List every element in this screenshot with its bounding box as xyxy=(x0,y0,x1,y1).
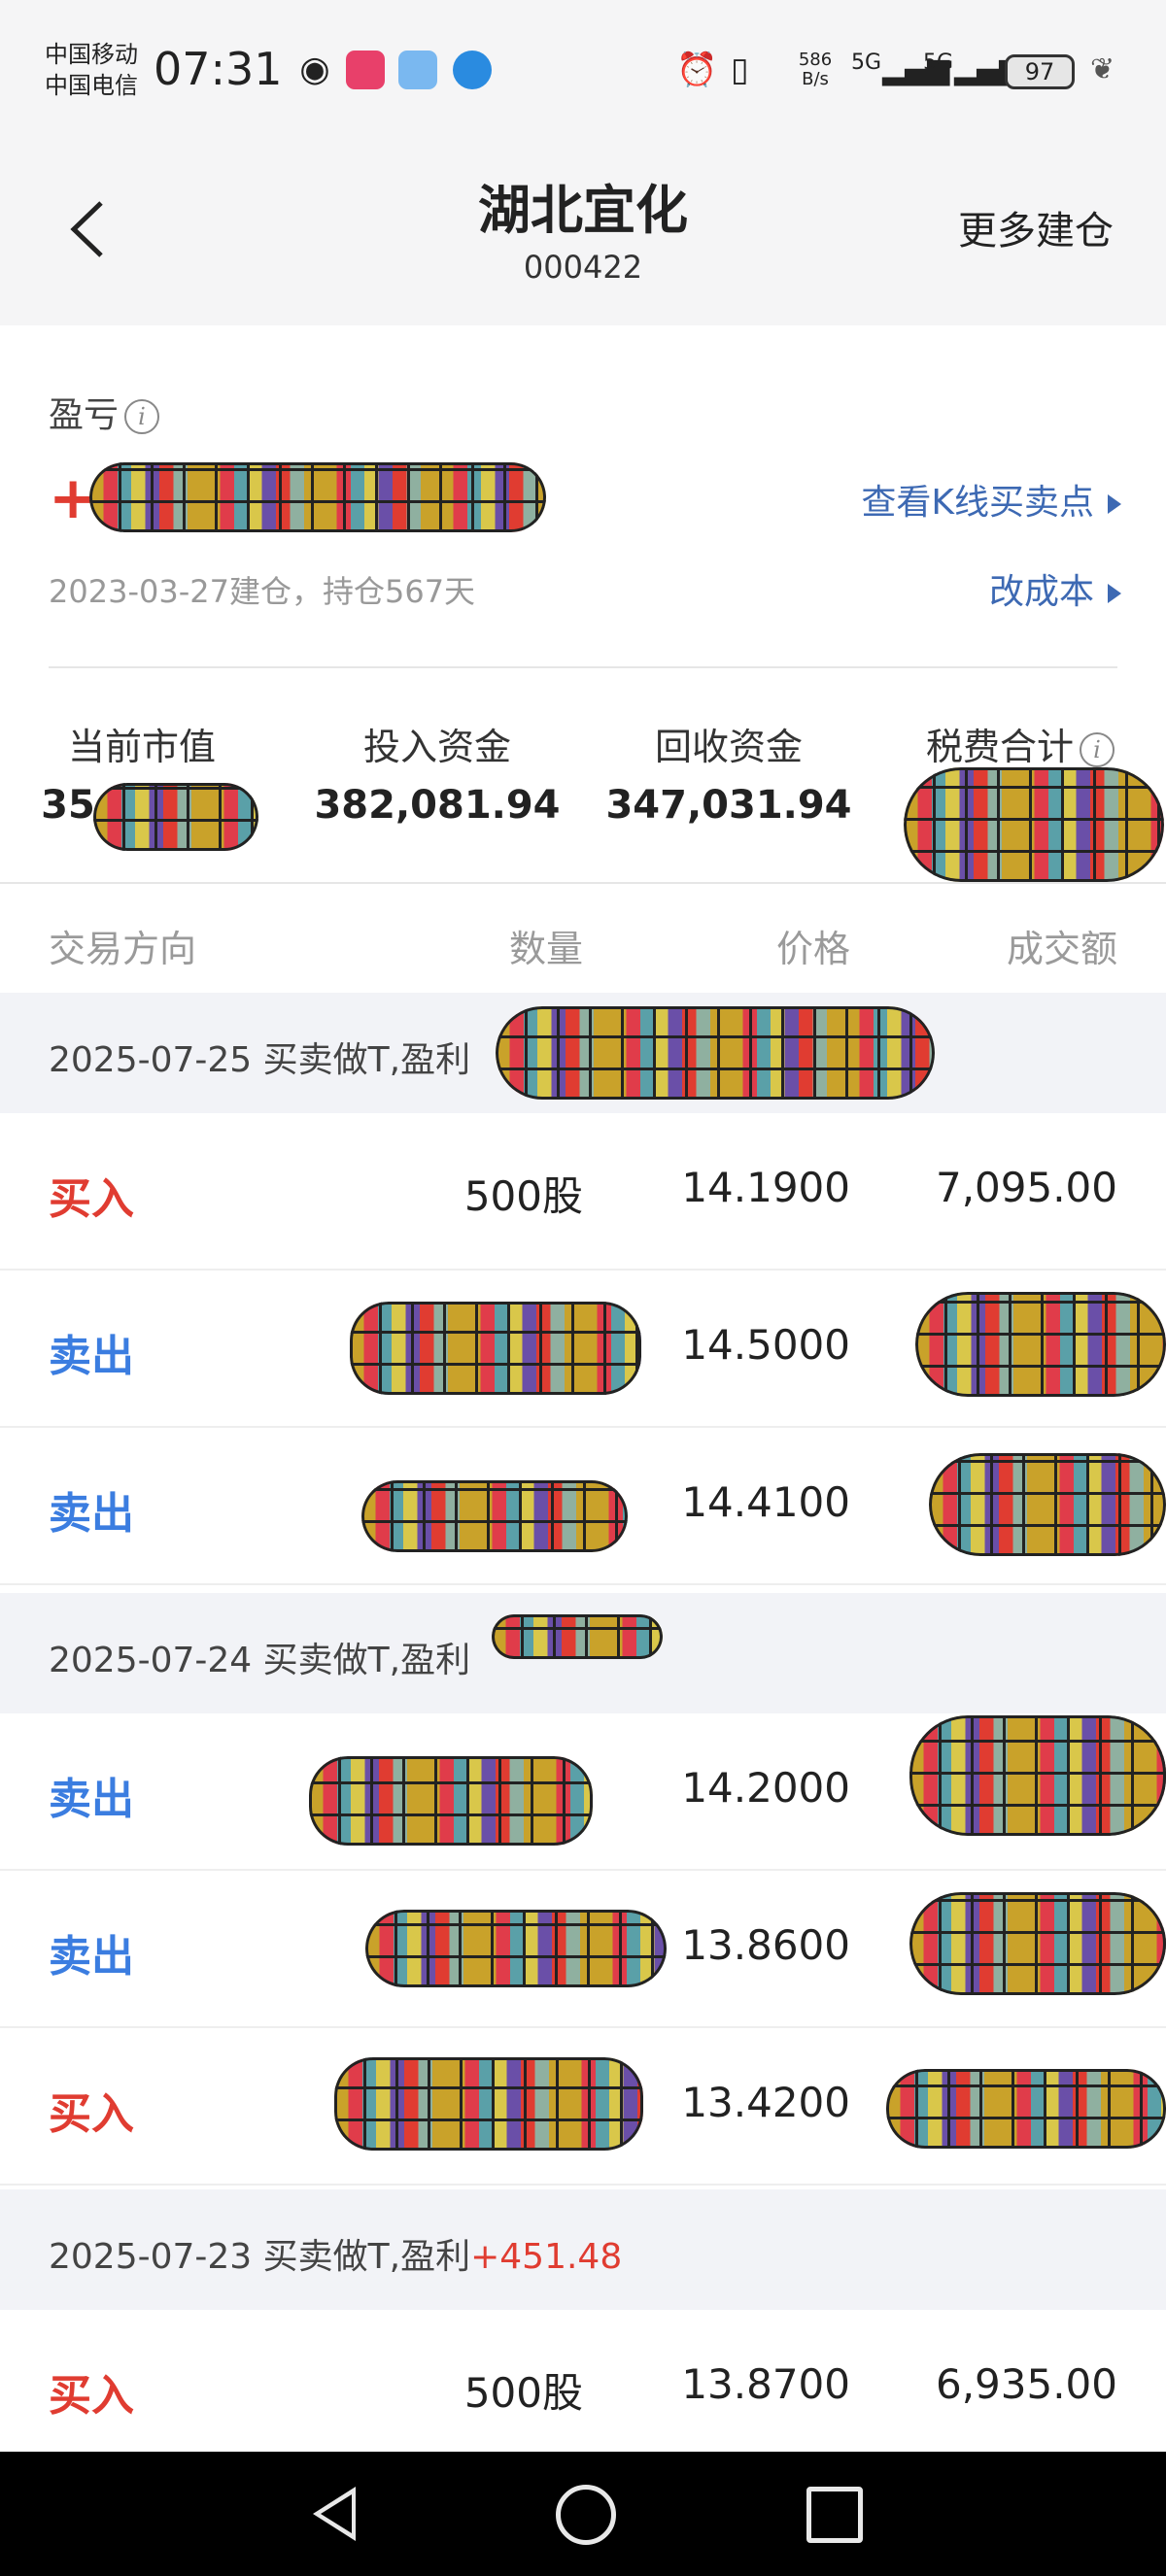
browser-app-icon xyxy=(453,51,492,89)
redaction-mask xyxy=(909,1715,1166,1836)
redaction-mask xyxy=(496,1006,935,1100)
redaction-mask xyxy=(492,1614,663,1659)
group-date-text: 2025-07-24 买卖做T,盈利 xyxy=(49,1632,470,1682)
signal-2-label: 5G xyxy=(923,51,954,75)
trade-price: 13.8700 xyxy=(681,2360,850,2408)
trade-price: 14.2000 xyxy=(681,1764,850,1812)
nav-recents-icon[interactable] xyxy=(806,2487,863,2543)
stat-invested-value: 382,081.94 xyxy=(314,783,561,828)
trade-quantity: 500股 xyxy=(463,1172,583,1220)
info-icon[interactable]: i xyxy=(1080,731,1115,767)
holding-since: 2023-03-27建仓，持仓567天 xyxy=(49,573,476,610)
carrier-labels: 中国移动 中国电信 xyxy=(45,39,138,101)
trade-price: 14.1900 xyxy=(681,1164,850,1211)
date-group-header: 2025-07-23 买卖做T,盈利+451.48 xyxy=(0,2189,1166,2310)
redaction-mask xyxy=(361,1480,628,1552)
trade-direction: 卖出 xyxy=(49,1775,134,1824)
table-row[interactable]: 买入 500股 13.8700 6,935.00 xyxy=(0,2310,1166,2467)
signal-1-label: 5G xyxy=(851,51,882,75)
redaction-mask xyxy=(93,783,258,851)
stat-recovered-value: 347,031.94 xyxy=(605,783,852,828)
redaction-mask xyxy=(309,1756,593,1846)
redaction-mask xyxy=(929,1453,1166,1556)
col-header-amount: 成交额 xyxy=(1006,928,1117,970)
caret-right-icon xyxy=(1108,584,1121,603)
nav-home-icon[interactable] xyxy=(556,2485,616,2545)
redaction-mask xyxy=(365,1910,667,1987)
stat-recovered-label: 回收资金 xyxy=(654,726,803,768)
stat-invested-label: 投入资金 xyxy=(362,726,511,768)
col-header-price: 价格 xyxy=(775,928,850,970)
redaction-mask xyxy=(350,1302,641,1395)
video-app-icon xyxy=(346,51,385,89)
trade-quantity: 500股 xyxy=(463,2369,583,2417)
eye-icon: ◉ xyxy=(299,50,330,89)
caret-right-icon xyxy=(1108,494,1121,514)
redaction-mask xyxy=(904,767,1164,882)
carrier-2: 中国电信 xyxy=(45,72,138,99)
trade-price: 14.5000 xyxy=(681,1321,850,1369)
group-date: 2025-07-23 买卖做T,盈利 xyxy=(49,2237,471,2277)
battery-indicator: 97 xyxy=(1005,54,1075,89)
divider xyxy=(49,666,1117,668)
trade-amount: 6,935.00 xyxy=(935,2360,1117,2408)
nav-back-icon[interactable] xyxy=(313,2487,356,2541)
more-positions-button[interactable]: 更多建仓 xyxy=(958,199,1114,255)
stat-fees-label: 税费合计 xyxy=(925,726,1074,768)
redaction-mask xyxy=(909,1892,1166,1995)
kline-points-link[interactable]: 查看K线买卖点 xyxy=(861,474,1121,525)
divider xyxy=(0,882,1166,884)
kline-link-label: 查看K线买卖点 xyxy=(861,483,1094,523)
change-cost-link[interactable]: 改成本 xyxy=(989,563,1121,614)
leaf-icon: ❦ xyxy=(1090,52,1115,86)
weather-app-icon xyxy=(398,51,437,89)
trade-direction: 买入 xyxy=(49,1174,134,1224)
trade-price: 13.4200 xyxy=(681,2079,850,2126)
group-date-text: 2025-07-23 买卖做T,盈利+451.48 xyxy=(49,2228,622,2279)
alarm-icon: ⏰ xyxy=(676,51,718,89)
redaction-mask xyxy=(915,1292,1166,1397)
trade-direction: 卖出 xyxy=(49,1932,134,1982)
net-speed: 586 B/s xyxy=(798,50,833,89)
trade-direction: 买入 xyxy=(49,2089,134,2139)
redaction-mask xyxy=(886,2069,1166,2149)
info-icon[interactable]: i xyxy=(124,399,160,434)
carrier-1: 中国移动 xyxy=(45,41,138,68)
table-row[interactable]: 买入 500股 14.1900 7,095.00 xyxy=(0,1113,1166,1271)
stat-market-value-label: 当前市值 xyxy=(67,726,216,768)
redaction-mask xyxy=(334,2057,643,2151)
trade-direction: 卖出 xyxy=(49,1489,134,1539)
status-time: 07:31 xyxy=(154,43,283,95)
change-cost-label: 改成本 xyxy=(988,572,1094,612)
vibrate-icon: ▯ xyxy=(731,51,749,89)
col-header-quantity: 数量 xyxy=(508,928,583,970)
trade-direction: 卖出 xyxy=(49,1332,134,1381)
trade-price: 13.8600 xyxy=(681,1921,850,1969)
trade-price: 14.4100 xyxy=(681,1478,850,1526)
trade-direction: 买入 xyxy=(49,2371,134,2421)
trade-amount: 7,095.00 xyxy=(935,1164,1117,1211)
group-profit: +451.48 xyxy=(470,2237,623,2277)
col-header-direction: 交易方向 xyxy=(49,928,197,970)
group-date: 2025-07-24 买卖做T,盈利 xyxy=(49,1641,471,1680)
pnl-label-wrap: 盈亏 i xyxy=(49,387,160,437)
redaction-mask xyxy=(89,462,546,532)
group-date: 2025-07-25 买卖做T,盈利 xyxy=(49,1040,471,1080)
stat-fees-label-wrap: 税费合计 i xyxy=(894,717,1147,770)
pnl-label: 盈亏 xyxy=(49,395,120,435)
group-date-text: 2025-07-25 买卖做T,盈利 xyxy=(49,1032,470,1082)
